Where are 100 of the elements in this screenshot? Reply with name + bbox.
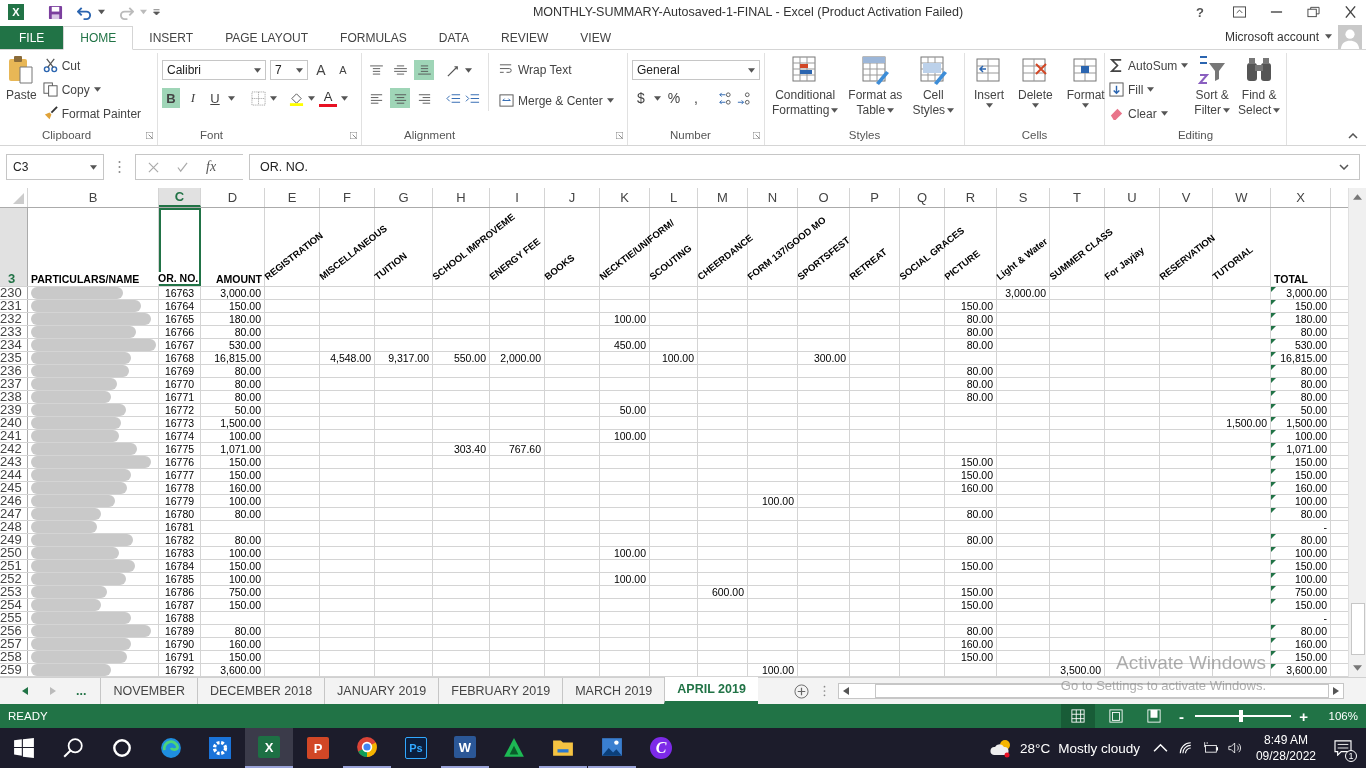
cut-button[interactable]: Cut <box>42 55 142 76</box>
column-letter[interactable]: P <box>870 190 879 205</box>
taskbar-button[interactable]: C <box>637 728 685 768</box>
font-size-dropdown[interactable]: 7 <box>270 60 308 80</box>
wrap-text-button[interactable]: Wrap Text <box>499 59 614 80</box>
collapse-ribbon-icon[interactable] <box>1348 133 1358 139</box>
column-letter[interactable]: W <box>1235 190 1248 205</box>
insert-function-button[interactable]: fx <box>206 159 217 175</box>
decrease-font-size-button[interactable]: A <box>334 60 352 80</box>
save-icon[interactable] <box>48 4 63 20</box>
column-letter[interactable]: M <box>717 190 728 205</box>
caret-icon[interactable] <box>98 9 105 15</box>
error-indicator[interactable] <box>1271 664 1276 669</box>
bold-button[interactable]: B <box>162 88 180 108</box>
customize-toolbar-icon[interactable] <box>153 9 160 15</box>
italic-button[interactable]: I <box>184 88 202 108</box>
scroll-up-icon[interactable] <box>1353 194 1362 200</box>
temperature[interactable]: 28°C <box>1020 740 1051 756</box>
number-format-dropdown[interactable]: General <box>632 60 760 80</box>
fill-button[interactable]: Fill <box>1109 79 1189 100</box>
error-indicator[interactable] <box>1271 326 1276 331</box>
error-indicator[interactable] <box>1271 651 1276 656</box>
taskbar-button[interactable]: X <box>245 728 293 768</box>
comma-button[interactable]: , <box>687 88 705 108</box>
caret-icon[interactable] <box>308 95 315 101</box>
ribbon-tab[interactable]: DATA <box>422 26 485 49</box>
scroll-right-icon[interactable] <box>1332 687 1339 695</box>
error-indicator[interactable] <box>1271 417 1276 422</box>
caret-icon[interactable] <box>465 67 472 73</box>
error-indicator[interactable] <box>1271 378 1276 383</box>
error-indicator[interactable] <box>1271 534 1276 539</box>
styles-button[interactable]: Cell Styles <box>909 53 958 120</box>
error-indicator[interactable] <box>1271 339 1276 344</box>
error-indicator[interactable] <box>1271 547 1276 552</box>
paste-button[interactable]: Paste <box>4 53 39 105</box>
ribbon-tab[interactable]: FORMULAS <box>324 26 423 49</box>
clock-date[interactable]: 09/28/2022 <box>1255 748 1316 764</box>
error-indicator[interactable] <box>1271 456 1276 461</box>
column-letter[interactable]: K <box>620 190 629 205</box>
battery-icon[interactable] <box>1202 741 1218 755</box>
restore-icon[interactable] <box>1307 6 1320 18</box>
clock-time[interactable]: 8:49 AM <box>1263 732 1308 748</box>
error-indicator[interactable] <box>1271 365 1276 370</box>
scroll-thumb[interactable] <box>1350 603 1365 655</box>
autosum-button[interactable]: AutoSum <box>1109 55 1189 76</box>
column-letter[interactable]: E <box>287 190 297 205</box>
error-indicator[interactable] <box>1271 573 1276 578</box>
ribbon-tab[interactable]: FILE <box>0 26 64 49</box>
font-name-dropdown[interactable]: Calibri <box>162 60 266 80</box>
column-letter[interactable]: U <box>1127 190 1137 205</box>
excel-logo[interactable]: X <box>8 4 24 20</box>
dialog-launcher-icon[interactable] <box>753 131 760 139</box>
ribbon-tab[interactable]: INSERT <box>133 26 210 49</box>
column-letter[interactable]: I <box>515 190 519 205</box>
zoom-slider-thumb[interactable] <box>1238 710 1243 722</box>
sort-filter-button[interactable]: Sort & Filter <box>1192 53 1233 120</box>
previous-sheet-icon[interactable] <box>22 687 28 695</box>
ribbon-tab[interactable]: HOME <box>63 26 134 50</box>
error-indicator[interactable] <box>1271 625 1276 630</box>
notifications-button[interactable]: 1 <box>1328 728 1358 768</box>
error-indicator[interactable] <box>1271 638 1276 643</box>
column-letter[interactable]: X <box>1296 190 1305 205</box>
increase-decimal-icon[interactable] <box>717 90 732 106</box>
decrease-decimal-icon[interactable] <box>736 90 751 106</box>
caret-icon[interactable] <box>228 95 235 101</box>
cells-button[interactable]: Format <box>1061 53 1110 110</box>
sheet-tab[interactable]: APRIL 2019 <box>664 677 758 704</box>
chevron-up-icon[interactable] <box>1152 741 1168 755</box>
ribbon-tab[interactable]: REVIEW <box>485 26 565 49</box>
more-sheets-button[interactable]: ... <box>76 684 87 698</box>
currency-button[interactable]: $ <box>632 88 650 108</box>
caret-icon[interactable] <box>654 95 661 101</box>
formula-field[interactable]: OR. NO. <box>249 154 1360 180</box>
checkmark-icon[interactable] <box>177 161 188 173</box>
caret-icon[interactable] <box>270 95 277 101</box>
taskbar-button[interactable]: W <box>441 728 489 768</box>
column-letter[interactable]: R <box>965 190 976 205</box>
dialog-launcher-icon[interactable] <box>616 131 623 139</box>
account-menu[interactable]: Microsoft account <box>1224 24 1319 49</box>
horizontal-align-button[interactable] <box>390 88 410 108</box>
error-indicator[interactable] <box>1271 287 1276 292</box>
error-indicator[interactable] <box>1271 482 1276 487</box>
cells-button[interactable]: Delete <box>1013 53 1058 110</box>
scroll-down-icon[interactable] <box>1353 665 1362 671</box>
fill-color-icon[interactable] <box>289 90 304 106</box>
wifi-icon[interactable] <box>1177 741 1193 755</box>
dialog-launcher-icon[interactable] <box>146 131 153 139</box>
column-letter[interactable]: F <box>343 190 351 205</box>
ribbon-tab[interactable]: VIEW <box>564 26 627 49</box>
name-box[interactable]: C3 <box>6 154 104 180</box>
error-indicator[interactable] <box>1271 404 1276 409</box>
scroll-left-icon[interactable] <box>842 687 849 695</box>
error-indicator[interactable] <box>1271 495 1276 500</box>
caret-icon[interactable] <box>341 95 348 101</box>
vertical-scrollbar[interactable] <box>1348 188 1366 677</box>
column-letter[interactable]: V <box>1181 190 1191 205</box>
error-indicator[interactable] <box>1271 443 1276 448</box>
ribbon-tab[interactable]: PAGE LAYOUT <box>209 26 325 49</box>
column-letter[interactable]: L <box>669 190 678 205</box>
font-color-button[interactable]: A <box>319 89 337 107</box>
